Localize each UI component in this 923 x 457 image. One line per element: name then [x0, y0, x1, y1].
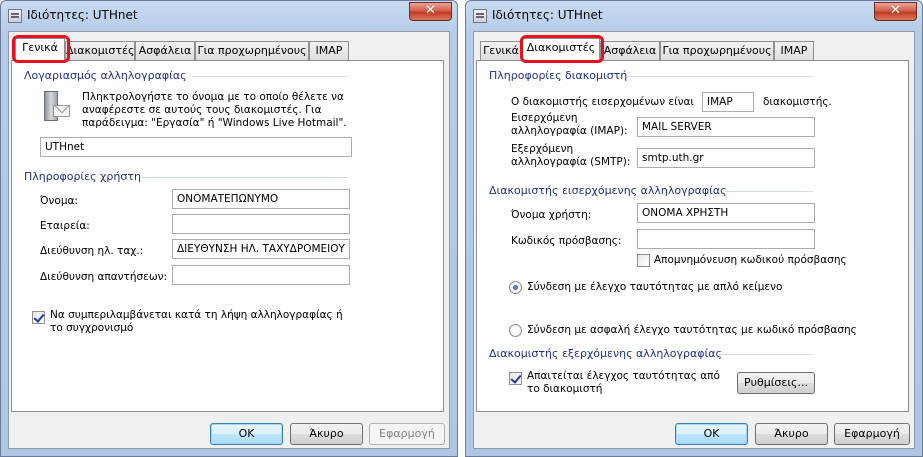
ok-button[interactable]: OK [210, 423, 283, 445]
clear-text-auth-radio[interactable] [509, 281, 522, 294]
close-button[interactable]: ✕ [409, 2, 452, 21]
highlight-tab-servers [520, 35, 604, 63]
outgoing-server-label: Εξερχόμενη αλληλογραφία (SMTP): [511, 143, 631, 168]
group-divider [192, 76, 348, 77]
tab-imap[interactable]: IMAP [774, 41, 814, 60]
group-divider [142, 177, 348, 178]
window-title: Ιδιότητες: UTHnet [27, 8, 138, 22]
window-icon [473, 9, 487, 23]
outgoing-server-heading: Διακομιστής εξερχόμενης αλληλογραφίας [489, 347, 722, 360]
incoming-type-suffix: διακομιστής. [763, 96, 832, 108]
requires-auth-checkbox[interactable] [509, 372, 522, 385]
requires-auth-label: Απαιτείται έλεγχος ταυτότητας από το δια… [527, 370, 720, 395]
remember-password-checkbox[interactable] [637, 254, 650, 267]
cancel-button[interactable]: Άκυρο [290, 423, 363, 445]
group-divider [725, 191, 813, 192]
secure-auth-label: Σύνδεση με ασφαλή έλεγχο ταυτότητας με κ… [527, 324, 857, 336]
incoming-server-heading: Διακομιστής εισερχόμενης αλληλογραφίας [489, 184, 727, 197]
dialog-client: Γενικά Διακομιστές Ασφάλεια Για προχωρημ… [473, 31, 915, 449]
tab-advanced[interactable]: Για προχωρημένους [660, 41, 774, 60]
settings-button[interactable]: Ρυθμίσεις... [737, 372, 815, 394]
incoming-type-field: IMAP [702, 92, 754, 112]
username-label: Όνομα χρήστη: [511, 209, 592, 221]
title-bar[interactable]: Ιδιότητες: UTHnet ✕ [466, 1, 922, 31]
reply-address-label: Διεύθυνση απαντήσεων: [40, 271, 168, 283]
apply-button[interactable]: Εφαρμογή [369, 423, 445, 445]
group-divider [717, 354, 813, 355]
general-panel: Λογαριασμός αλληλογραφίας Πληκτρολογήστε… [11, 60, 444, 412]
tab-servers[interactable]: Διακομιστές [65, 41, 135, 60]
server-info-heading: Πληροφορίες διακομιστή [489, 69, 628, 82]
tab-security[interactable]: Ασφάλεια [135, 41, 195, 60]
cancel-button[interactable]: Άκυρο [755, 423, 828, 445]
remember-password-label: Απομνημόνευση κωδικού πρόσβασης [654, 254, 847, 266]
highlight-tab-general [12, 35, 70, 63]
email-label: Διεύθυνση ηλ. ταχ.: [40, 245, 144, 257]
apply-button[interactable]: Εφαρμογή [834, 423, 910, 445]
close-button[interactable]: ✕ [874, 2, 917, 21]
title-bar[interactable]: Ιδιότητες: UTHnet ✕ [1, 1, 457, 31]
name-label: Όνομα: [40, 195, 78, 207]
reply-address-input[interactable] [172, 265, 350, 285]
window-icon [8, 9, 22, 23]
tab-general[interactable]: Γενικά [480, 41, 522, 60]
name-input[interactable]: ΟΝΟΜΑΤΕΠΩΝΥΜΟ [172, 189, 350, 209]
company-input[interactable] [172, 214, 350, 234]
window-title: Ιδιότητες: UTHnet [492, 8, 603, 22]
outgoing-server-input[interactable]: smtp.uth.gr [637, 148, 815, 168]
incoming-server-input[interactable]: MAIL SERVER [637, 117, 815, 137]
group-divider [627, 76, 813, 77]
password-label: Κωδικός πρόσβασης: [511, 235, 622, 247]
tab-advanced[interactable]: Για προχωρημένους [195, 41, 309, 60]
email-input[interactable]: ΔΙΕΥΘΥΝΣΗ ΗΛ. ΤΑΧΥΔΡΟΜΕΙΟΥ [172, 239, 350, 259]
secure-auth-radio[interactable] [509, 324, 522, 337]
dialog-client: Γενικά Διακομιστές Ασφάλεια Για προχωρημ… [8, 31, 450, 449]
ok-button[interactable]: OK [675, 423, 748, 445]
clear-text-auth-label: Σύνδεση με έλεγχο ταυτότητας με απλό κεί… [527, 281, 783, 293]
password-input[interactable] [637, 229, 815, 249]
tab-security[interactable]: Ασφάλεια [600, 41, 660, 60]
company-label: Εταιρεία: [40, 220, 90, 232]
account-description: Πληκτρολογήστε το όνομα με το οποίο θέλε… [82, 91, 347, 129]
tab-imap[interactable]: IMAP [309, 41, 349, 60]
include-sync-label: Να συμπεριλαμβάνεται κατά τη λήψη αλληλο… [50, 309, 343, 334]
properties-window-general: Ιδιότητες: UTHnet ✕ Γενικά Διακομιστές Α… [0, 0, 458, 457]
mail-server-icon [42, 91, 70, 123]
properties-window-servers: Ιδιότητες: UTHnet ✕ Γενικά Διακομιστές Α… [465, 0, 923, 457]
username-input[interactable]: ΟΝΟΜΑ ΧΡΗΣΤΗ [637, 203, 815, 223]
user-info-heading: Πληροφορίες χρήστη [24, 170, 141, 183]
include-sync-checkbox[interactable] [32, 311, 45, 324]
incoming-type-prefix: Ο διακομιστής εισερχομένων είναι [511, 96, 694, 108]
account-name-input[interactable]: UTHnet [40, 137, 352, 157]
mail-account-heading: Λογαριασμός αλληλογραφίας [24, 69, 187, 82]
incoming-server-label: Εισερχόμενη αλληλογραφία (IMAP): [511, 112, 628, 137]
servers-panel: Πληροφορίες διακομιστή Ο διακομιστής εισ… [476, 60, 909, 412]
